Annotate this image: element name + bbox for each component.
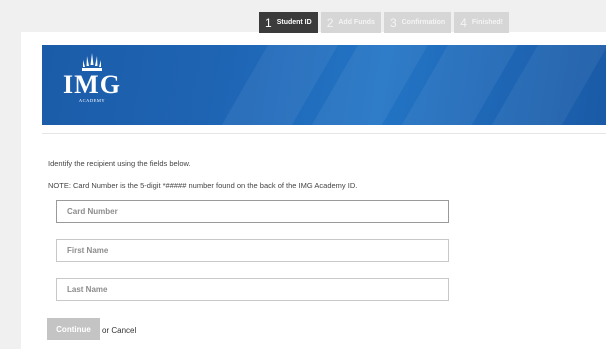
- step-label: Confirmation: [401, 19, 446, 26]
- card-number-input[interactable]: [56, 200, 449, 223]
- or-cancel: or Cancel: [102, 326, 136, 335]
- or-label: or: [102, 326, 110, 335]
- note-text: NOTE: Card Number is the 5-digit *##### …: [48, 181, 358, 190]
- step-add-funds: 2 Add Funds: [320, 12, 381, 33]
- step-label: Student ID: [276, 19, 312, 26]
- first-name-input[interactable]: [56, 239, 449, 262]
- step-finished: 4 Finished!: [454, 12, 509, 33]
- last-name-input[interactable]: [56, 278, 449, 301]
- divider: [42, 133, 606, 134]
- step-student-id: 1 Student ID: [259, 12, 318, 33]
- step-number: 4: [460, 15, 467, 30]
- progress-steps: 1 Student ID 2 Add Funds 3 Confirmation …: [259, 12, 509, 33]
- step-confirmation: 3 Confirmation: [383, 12, 452, 33]
- logo-name: IMG: [63, 70, 121, 99]
- img-academy-logo: IMG ACADEMY: [62, 53, 122, 119]
- instruction-text: Identify the recipient using the fields …: [48, 159, 191, 168]
- step-number: 2: [326, 15, 334, 30]
- step-number: 3: [389, 15, 397, 30]
- step-number: 1: [265, 15, 272, 30]
- step-label: Finished!: [471, 19, 503, 26]
- step-label: Add Funds: [338, 19, 375, 26]
- continue-button[interactable]: Continue: [47, 318, 100, 340]
- cancel-link[interactable]: Cancel: [111, 326, 136, 335]
- header-banner: IMG ACADEMY: [42, 45, 606, 125]
